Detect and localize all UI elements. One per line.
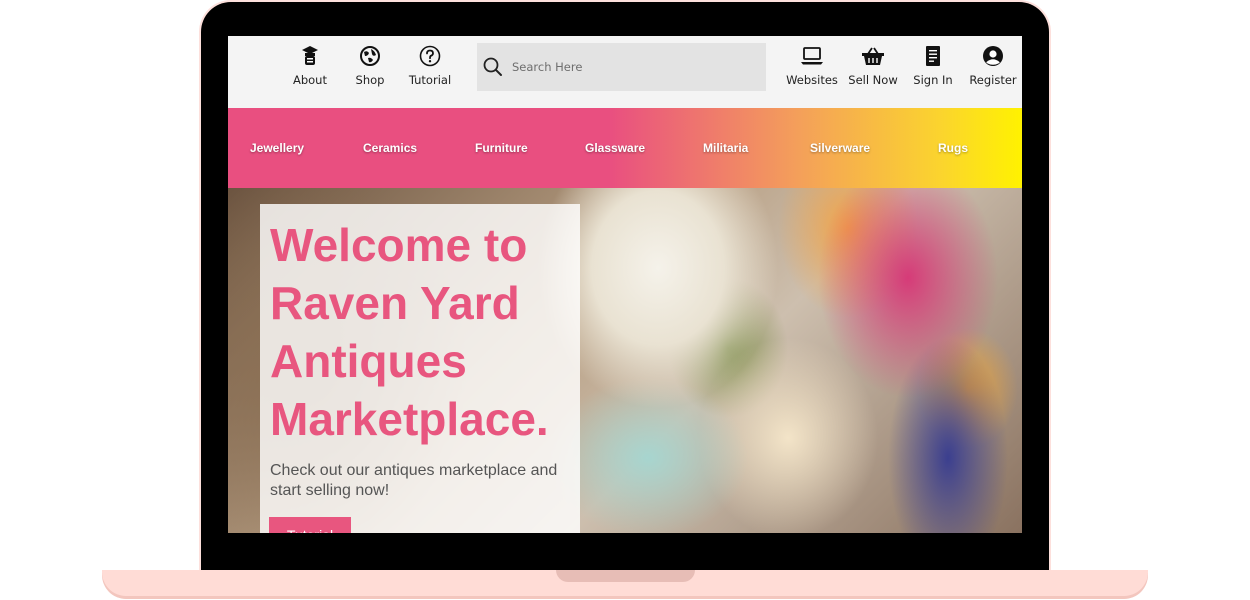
- search-bar[interactable]: [477, 43, 766, 91]
- nav-item-sign-in[interactable]: Sign In: [903, 36, 963, 108]
- basket-icon: [861, 44, 885, 68]
- laptop-screen: About Shop Tutorial Search Here Websites…: [228, 36, 1022, 533]
- hero-title-line: Welcome to: [270, 219, 528, 271]
- graduation-cap-icon: [300, 44, 320, 68]
- nav-label-about: About: [292, 73, 327, 87]
- hero-title-line: Marketplace.: [270, 393, 549, 445]
- tutorial-button[interactable]: Tutorial: [269, 517, 351, 533]
- search-input[interactable]: [510, 59, 754, 75]
- nav-item-about[interactable]: About: [280, 36, 340, 108]
- hero-banner: Welcome to Raven Yard Antiques Marketpla…: [228, 188, 1022, 533]
- nav-label-sign-in: Sign In: [913, 73, 953, 87]
- nav-item-register[interactable]: Register: [963, 36, 1022, 108]
- nav-item-websites[interactable]: Websites: [782, 36, 842, 108]
- globe-icon: [359, 44, 381, 68]
- hero-title-line: Raven Yard: [270, 277, 520, 329]
- search-icon[interactable]: [482, 56, 504, 78]
- nav-item-tutorial[interactable]: Tutorial: [400, 36, 460, 108]
- category-furniture[interactable]: Furniture: [475, 108, 528, 188]
- nav-label-sell-now: Sell Now: [848, 73, 898, 87]
- nav-item-sell-now[interactable]: Sell Now: [843, 36, 903, 108]
- category-militaria[interactable]: Militaria: [703, 108, 748, 188]
- nav-label-shop: Shop: [355, 73, 385, 87]
- nav-label-websites: Websites: [786, 73, 838, 87]
- hero-title-line: Antiques: [270, 335, 467, 387]
- category-jewellery[interactable]: Jewellery: [250, 108, 304, 188]
- laptop-notch: [556, 570, 695, 582]
- laptop-icon: [800, 44, 824, 68]
- document-icon: [924, 44, 942, 68]
- user-circle-icon: [982, 44, 1004, 68]
- hero-title: Welcome to Raven Yard Antiques Marketpla…: [270, 216, 610, 448]
- top-navigation-bar: About Shop Tutorial Search Here Websites…: [228, 36, 1022, 108]
- category-glassware[interactable]: Glassware: [585, 108, 645, 188]
- category-silverware[interactable]: Silverware: [810, 108, 870, 188]
- category-rugs[interactable]: Rugs: [938, 108, 968, 188]
- nav-label-tutorial: Tutorial: [408, 73, 452, 87]
- category-bar: Jewellery Ceramics Furniture Glassware M…: [228, 108, 1022, 188]
- question-circle-icon: [419, 44, 441, 68]
- nav-item-shop[interactable]: Shop: [340, 36, 400, 108]
- category-ceramics[interactable]: Ceramics: [363, 108, 417, 188]
- hero-subtitle: Check out our antiques marketplace and s…: [270, 462, 558, 499]
- nav-label-register: Register: [969, 73, 1017, 87]
